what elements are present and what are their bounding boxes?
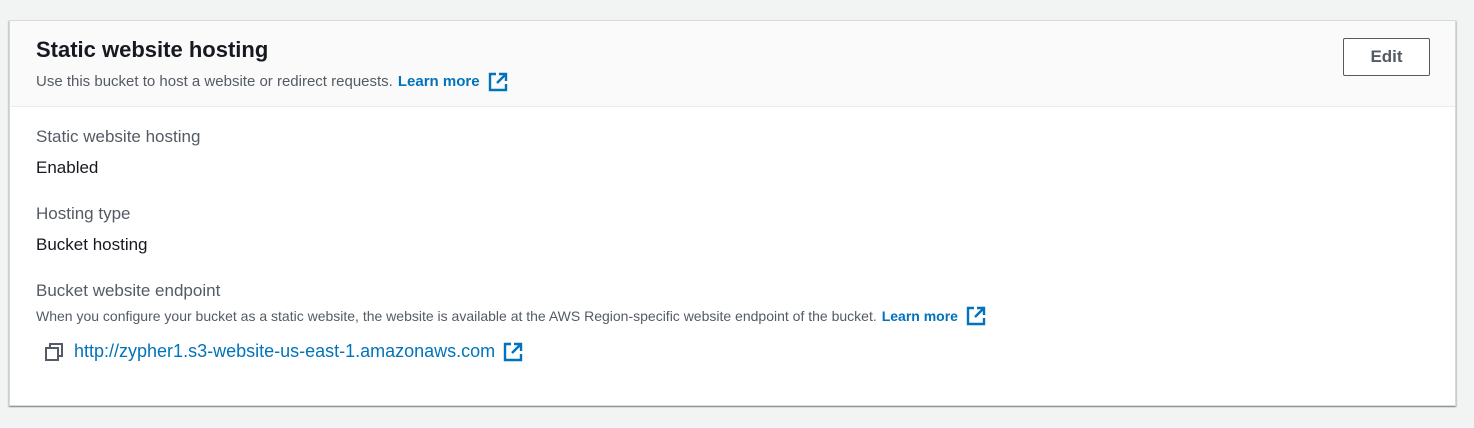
hosting-status-value: Enabled <box>36 158 99 177</box>
copy-icon[interactable] <box>44 342 64 362</box>
learn-more-link[interactable]: Learn more <box>398 72 480 92</box>
panel-description: Use this bucket to host a website or red… <box>36 72 1455 92</box>
panel-header: Static website hosting Use this bucket t… <box>10 21 1455 107</box>
external-link-icon[interactable] <box>503 342 523 362</box>
hosting-status-field: Static website hosting Enabled <box>36 125 1455 180</box>
hosting-type-value: Bucket hosting <box>36 235 148 254</box>
hosting-type-label: Hosting type <box>36 204 131 223</box>
hosting-status-label: Static website hosting <box>36 127 201 146</box>
endpoint-description: When you configure your bucket as a stat… <box>36 306 1455 326</box>
endpoint-url-link[interactable]: http://zypher1.s3-website-us-east-1.amaz… <box>74 341 495 362</box>
endpoint-field: Bucket website endpoint When you configu… <box>36 279 1455 362</box>
endpoint-url-row: http://zypher1.s3-website-us-east-1.amaz… <box>36 341 1455 362</box>
panel-description-text: Use this bucket to host a website or red… <box>36 73 393 90</box>
external-link-icon[interactable] <box>488 72 508 92</box>
panel-content: Static website hosting Enabled Hosting t… <box>10 107 1455 362</box>
hosting-type-field: Hosting type Bucket hosting <box>36 202 1455 257</box>
endpoint-learn-more-link[interactable]: Learn more <box>882 306 958 326</box>
panel-title: Static website hosting <box>36 37 269 62</box>
endpoint-description-text: When you configure your bucket as a stat… <box>36 308 877 324</box>
static-website-hosting-panel: Static website hosting Use this bucket t… <box>9 20 1456 406</box>
endpoint-label: Bucket website endpoint <box>36 281 221 300</box>
external-link-icon[interactable] <box>966 306 986 326</box>
edit-button[interactable]: Edit <box>1343 38 1430 76</box>
